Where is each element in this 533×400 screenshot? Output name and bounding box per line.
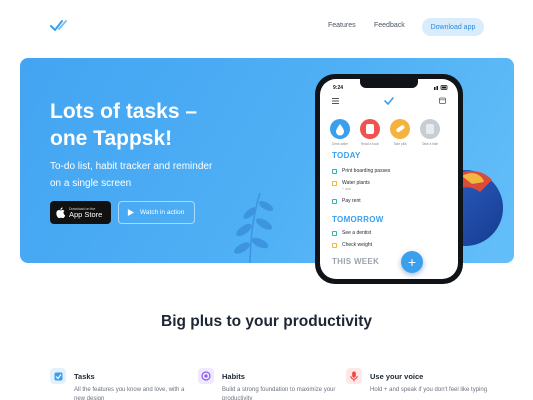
task-subtext: + add bbox=[342, 187, 351, 191]
today-heading: TODAY bbox=[332, 151, 361, 160]
habit-take-bike[interactable]: Take a bike bbox=[420, 119, 440, 146]
feature-description: Hold + and speak if you don't feel like … bbox=[370, 387, 488, 393]
features-heading: Big plus to your productivity bbox=[161, 313, 372, 330]
book-icon bbox=[360, 119, 380, 139]
hero-title-line2: one Tappsk! bbox=[50, 127, 173, 150]
microphone-icon bbox=[346, 368, 362, 384]
add-task-fab[interactable]: + bbox=[401, 251, 423, 273]
nav-feedback-link[interactable]: Feedback bbox=[374, 22, 405, 29]
status-time: 9:24 bbox=[333, 85, 344, 91]
task-text: Check weight bbox=[342, 242, 373, 248]
tappsk-logo[interactable] bbox=[50, 19, 68, 33]
phone-mockup: 9:24 Drink water Read a book Take pills … bbox=[315, 74, 463, 284]
hero-title: Lots of tasks – one Tappsk! bbox=[50, 98, 250, 152]
task-item[interactable]: Check weight bbox=[332, 241, 372, 249]
task-text: Water plants bbox=[342, 180, 370, 186]
habit-label: Read a book bbox=[360, 142, 380, 146]
feature-description: All the features you know and love, with… bbox=[74, 387, 185, 400]
app-check-icon bbox=[384, 97, 394, 105]
habit-drink-water[interactable]: Drink water bbox=[330, 119, 350, 146]
app-store-button[interactable]: Download on the App Store bbox=[50, 201, 111, 224]
feature-title: Tasks bbox=[74, 372, 95, 381]
checkbox[interactable] bbox=[332, 242, 337, 248]
task-text: See a dentist bbox=[342, 230, 372, 236]
calendar-icon[interactable] bbox=[439, 97, 446, 104]
checkbox[interactable] bbox=[332, 198, 337, 204]
check-square-icon bbox=[50, 368, 66, 384]
checkbox[interactable] bbox=[332, 168, 337, 174]
habit-label: Take a bike bbox=[421, 142, 439, 146]
task-text: Print boarding passes bbox=[342, 168, 391, 174]
tomorrow-heading: TOMORROW bbox=[332, 215, 384, 224]
checkbox[interactable] bbox=[332, 180, 337, 186]
leaf-decoration-icon bbox=[233, 192, 274, 263]
habit-take-pills[interactable]: Take pills bbox=[390, 119, 410, 146]
hero-subtitle-line2: on a single screen bbox=[50, 178, 132, 189]
play-icon bbox=[127, 209, 134, 216]
this-week-heading: THIS WEEK bbox=[332, 257, 380, 266]
battery-icon bbox=[434, 85, 448, 90]
task-item[interactable]: Print boarding passes bbox=[332, 167, 390, 175]
nav-features-link[interactable]: Features bbox=[328, 22, 356, 29]
app-store-big-text: App Store bbox=[69, 209, 103, 219]
apple-icon bbox=[56, 207, 65, 218]
task-text: Pay rent bbox=[342, 198, 361, 204]
feature-title: Use your voice bbox=[370, 372, 424, 381]
hero-title-line1: Lots of tasks – bbox=[50, 100, 198, 123]
task-item[interactable]: See a dentist bbox=[332, 229, 371, 237]
checkbox[interactable] bbox=[332, 230, 337, 236]
menu-icon[interactable] bbox=[332, 98, 339, 104]
watch-label: Watch in action bbox=[140, 209, 185, 216]
feature-title: Habits bbox=[222, 372, 245, 381]
target-icon bbox=[198, 368, 214, 384]
task-item[interactable]: Pay rent bbox=[332, 197, 361, 205]
bike-icon bbox=[420, 119, 440, 139]
habit-label: Drink water bbox=[331, 142, 349, 146]
hero-subtitle-line1: To-do list, habit tracker and reminder bbox=[50, 161, 213, 172]
habit-label: Take pills bbox=[393, 142, 407, 146]
habit-read-book[interactable]: Read a book bbox=[360, 119, 380, 146]
download-app-button[interactable]: Download app bbox=[422, 18, 484, 36]
pill-icon bbox=[390, 119, 410, 139]
watch-in-action-button[interactable]: Watch in action bbox=[118, 201, 195, 224]
phone-screen: 9:24 Drink water Read a book Take pills … bbox=[320, 79, 458, 279]
task-item[interactable]: Water plants bbox=[332, 179, 370, 187]
phone-notch bbox=[360, 79, 418, 88]
feature-description: Build a strong foundation to maximize yo… bbox=[222, 387, 336, 400]
hero-subtitle: To-do list, habit tracker and reminder o… bbox=[50, 158, 250, 192]
water-drop-icon bbox=[330, 119, 350, 139]
